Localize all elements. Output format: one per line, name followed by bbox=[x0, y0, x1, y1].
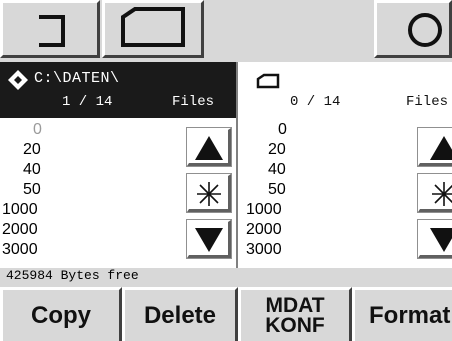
list-item[interactable]: 50 bbox=[268, 180, 286, 200]
list-item[interactable]: 0 bbox=[278, 120, 287, 140]
left-file-count: 1 / 14 bbox=[62, 94, 113, 110]
select-all-button[interactable] bbox=[417, 173, 452, 213]
delete-button[interactable]: Delete bbox=[122, 287, 238, 341]
left-file-list: 0 20 40 50 1000 2000 3000 bbox=[0, 118, 236, 268]
scroll-down-button[interactable] bbox=[417, 219, 452, 259]
option-button[interactable] bbox=[374, 0, 452, 58]
circle-icon bbox=[408, 13, 442, 47]
triangle-up-icon bbox=[195, 136, 223, 160]
list-item[interactable]: 3000 bbox=[246, 240, 282, 260]
left-file-count-unit: Files bbox=[172, 94, 215, 110]
list-item[interactable]: 40 bbox=[268, 160, 286, 180]
scroll-up-button[interactable] bbox=[417, 127, 452, 167]
top-toolbar bbox=[0, 0, 452, 62]
list-item[interactable]: 20 bbox=[23, 140, 41, 160]
close-bracket-icon bbox=[39, 15, 65, 47]
left-path: C:\DATEN\ bbox=[34, 70, 120, 87]
diamond-arrow-icon bbox=[8, 70, 28, 90]
list-item[interactable]: 0 bbox=[33, 120, 42, 140]
status-bar: 425984 Bytes free bbox=[0, 268, 452, 284]
list-item[interactable]: 2000 bbox=[246, 220, 282, 240]
right-file-count-unit: Files bbox=[406, 94, 449, 110]
free-space-text: 425984 Bytes free bbox=[6, 268, 139, 283]
triangle-down-icon bbox=[430, 228, 452, 252]
list-item[interactable]: 2000 bbox=[2, 220, 38, 240]
list-item[interactable]: 1000 bbox=[246, 200, 282, 220]
mdat-label-line2: KONF bbox=[265, 313, 325, 337]
list-item[interactable]: 20 bbox=[268, 140, 286, 160]
mdat-label-line1: MDAT bbox=[265, 293, 325, 317]
drive-button[interactable] bbox=[102, 0, 204, 58]
bottom-toolbar: Copy Delete MDAT KONF Format bbox=[0, 284, 452, 341]
scroll-up-button[interactable] bbox=[186, 127, 232, 167]
list-item[interactable]: 50 bbox=[23, 180, 41, 200]
close-button[interactable] bbox=[0, 0, 100, 58]
asterisk-icon bbox=[432, 182, 452, 206]
right-panel-header[interactable]: 0 / 14 Files bbox=[238, 62, 452, 118]
triangle-up-icon bbox=[430, 136, 452, 160]
right-file-list: 0 20 40 50 1000 2000 3000 bbox=[238, 118, 452, 268]
scroll-down-button[interactable] bbox=[186, 219, 232, 259]
disk-outline-icon bbox=[121, 7, 185, 47]
list-item[interactable]: 1000 bbox=[2, 200, 38, 220]
copy-button[interactable]: Copy bbox=[0, 287, 122, 341]
select-all-button[interactable] bbox=[186, 173, 232, 213]
right-file-count: 0 / 14 bbox=[290, 94, 341, 110]
mdat-konf-button[interactable]: MDAT KONF bbox=[238, 287, 352, 341]
format-button[interactable]: Format bbox=[352, 287, 452, 341]
asterisk-icon bbox=[197, 182, 221, 206]
list-item[interactable]: 3000 bbox=[2, 240, 38, 260]
list-item[interactable]: 40 bbox=[23, 160, 41, 180]
disk-outline-icon bbox=[256, 73, 280, 89]
triangle-down-icon bbox=[195, 228, 223, 252]
left-panel-header[interactable]: C:\DATEN\ 1 / 14 Files bbox=[0, 62, 236, 118]
